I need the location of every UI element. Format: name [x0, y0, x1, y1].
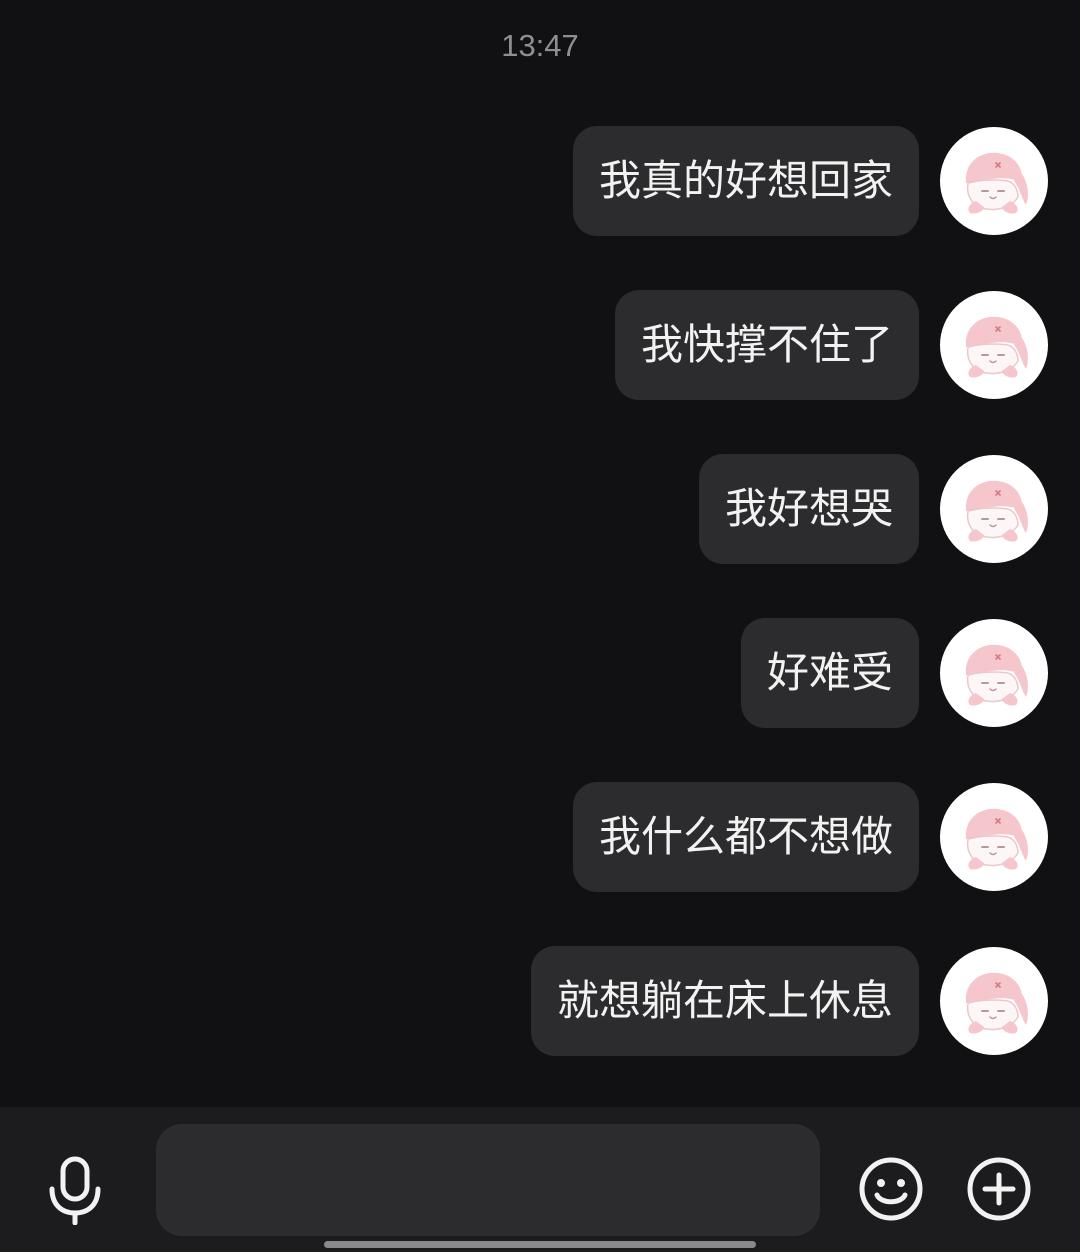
pink-bunny-avatar-icon[interactable]: [940, 783, 1048, 891]
message-row: 好难受: [740, 618, 1048, 728]
message-input-bar: [0, 1107, 1080, 1252]
pink-bunny-avatar-icon[interactable]: [940, 455, 1048, 563]
message-bubble[interactable]: 我好想哭: [698, 454, 919, 564]
pink-bunny-avatar-icon: [965, 316, 1028, 378]
pink-bunny-avatar-icon[interactable]: [940, 127, 1048, 235]
pink-bunny-avatar-icon: [965, 808, 1028, 870]
message-bubble[interactable]: 我快撑不住了: [614, 290, 919, 400]
chat-screen: 13:47 我真的好想回家 我快撑不住了 我好想哭 好难受 我什么都不想做 就想…: [0, 0, 1080, 1252]
message-bubble[interactable]: 我什么都不想做: [572, 782, 919, 892]
message-row: 我什么都不想做: [572, 782, 1048, 892]
more-options-button[interactable]: [966, 1156, 1032, 1222]
microphone-icon: [49, 1156, 101, 1226]
pink-bunny-avatar-icon: [965, 644, 1028, 706]
message-row: 就想躺在床上休息: [530, 946, 1048, 1056]
pink-bunny-avatar-icon[interactable]: [940, 619, 1048, 727]
message-text-input[interactable]: [156, 1124, 820, 1236]
message-row: 我快撑不住了: [614, 290, 1048, 400]
message-bubble[interactable]: 我真的好想回家: [572, 126, 919, 236]
voice-input-button[interactable]: [42, 1155, 108, 1226]
pink-bunny-avatar-icon[interactable]: [940, 947, 1048, 1055]
message-bubble[interactable]: 好难受: [740, 618, 919, 728]
pink-bunny-avatar-icon: [965, 972, 1028, 1034]
pink-bunny-avatar-icon[interactable]: [940, 291, 1048, 399]
message-timestamp: 13:47: [501, 28, 579, 63]
message-row: 我真的好想回家: [572, 126, 1048, 236]
plus-circle-icon: [967, 1157, 1031, 1221]
emoji-button[interactable]: [858, 1156, 924, 1222]
smiley-face-icon: [859, 1157, 923, 1221]
message-row: 我好想哭: [698, 454, 1048, 564]
home-indicator[interactable]: [324, 1241, 756, 1248]
pink-bunny-avatar-icon: [965, 480, 1028, 542]
pink-bunny-avatar-icon: [965, 152, 1028, 214]
message-bubble[interactable]: 就想躺在床上休息: [530, 946, 919, 1056]
